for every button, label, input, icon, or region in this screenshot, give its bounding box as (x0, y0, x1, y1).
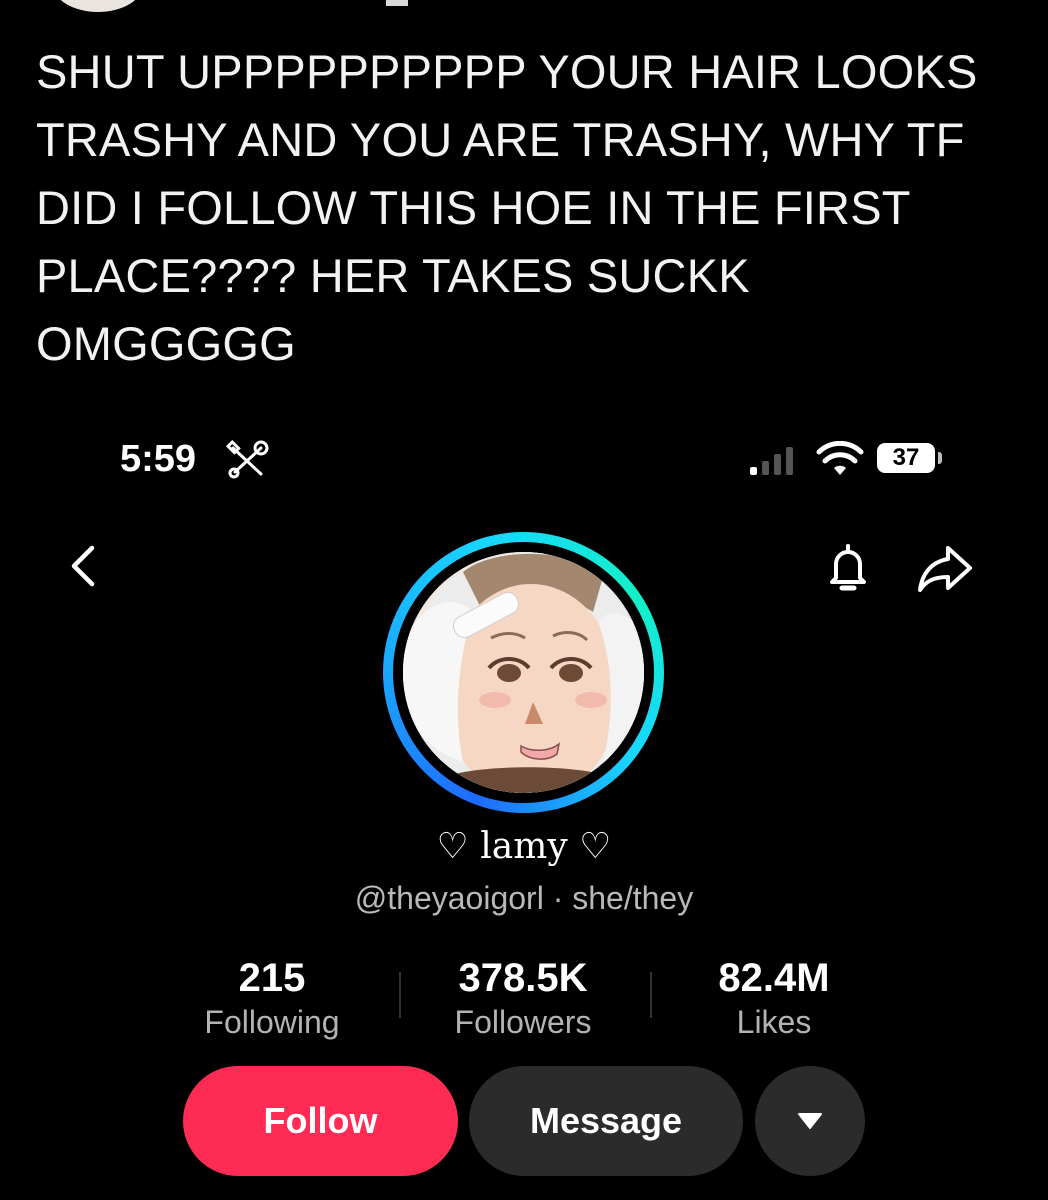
stat-value: 378.5K (458, 956, 588, 1000)
stat-label: Followers (454, 1004, 592, 1040)
stat-following[interactable]: 215 Following (152, 954, 392, 1042)
message-button[interactable]: Message (469, 1066, 743, 1176)
follow-button[interactable]: Follow (183, 1066, 458, 1176)
bell-icon[interactable] (820, 540, 876, 596)
caret-down-icon (798, 1113, 822, 1129)
stat-divider (399, 972, 401, 1018)
poster-name-fragment (386, 0, 408, 6)
profile-display-name: ♡ lamy ♡ (436, 826, 612, 867)
chevron-left-icon[interactable] (62, 540, 106, 592)
stat-divider (650, 972, 652, 1018)
stat-value: 215 (238, 956, 306, 1000)
battery-indicator: 37 (877, 443, 935, 473)
stat-value: 82.4M (718, 956, 830, 1000)
stat-label: Likes (736, 1004, 812, 1040)
stat-label: Following (204, 1004, 340, 1040)
avatar-image (403, 552, 644, 793)
more-options-button[interactable] (755, 1066, 865, 1176)
share-arrow-icon[interactable] (914, 540, 976, 596)
poster-avatar[interactable] (52, 0, 144, 12)
wrench-screwdriver-icon (225, 440, 269, 479)
avatar-illustration (403, 552, 644, 793)
stat-likes[interactable]: 82.4M Likes (654, 954, 894, 1042)
profile-avatar[interactable] (383, 532, 664, 813)
post-text: SHUT UPPPPPPPPPP YOUR HAIR LOOKS TRASHY … (36, 45, 978, 370)
wifi-icon (816, 441, 864, 475)
profile-handle-pronouns: @theyaoigorl · she/they (354, 880, 694, 916)
battery-cap (938, 452, 942, 464)
cellular-signal-icon (750, 447, 793, 475)
avatar-ring-gap (393, 542, 654, 803)
stat-followers[interactable]: 378.5K Followers (403, 954, 643, 1042)
status-time: 5:59 (120, 438, 197, 480)
